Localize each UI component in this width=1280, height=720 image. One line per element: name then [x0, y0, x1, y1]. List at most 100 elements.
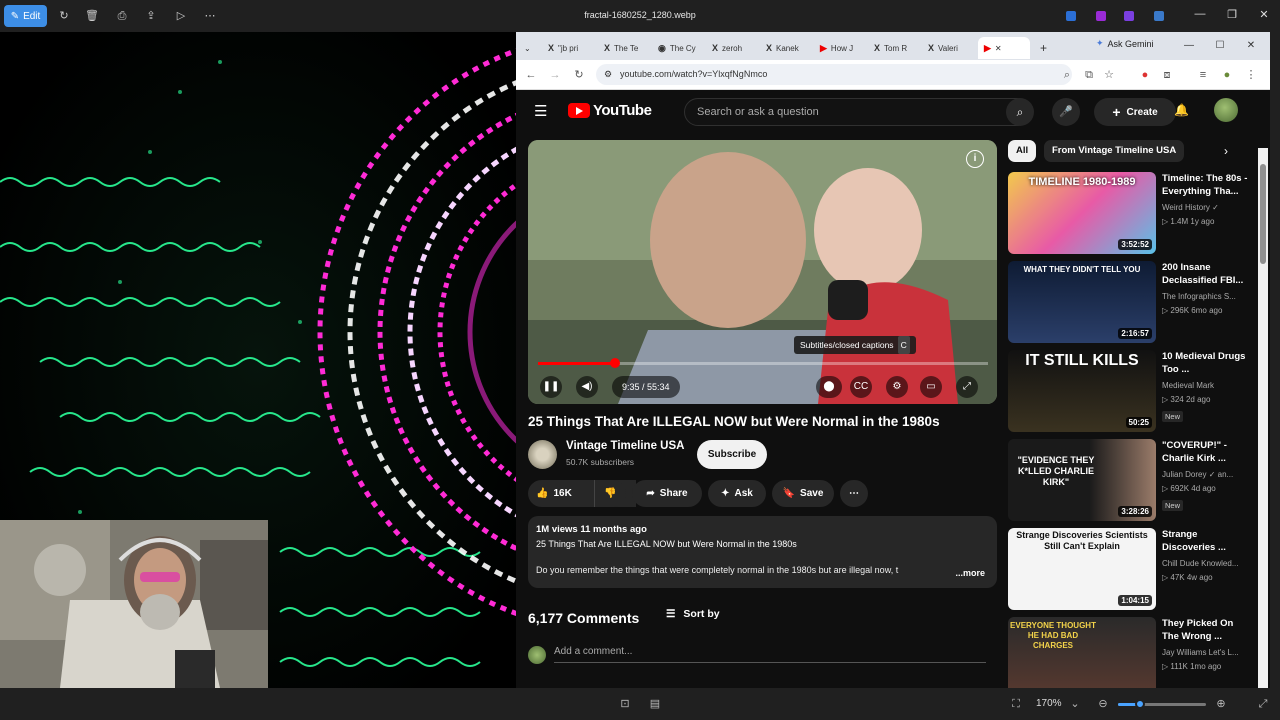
- fit-to-window-icon[interactable]: ⛶: [1009, 697, 1023, 711]
- tab-3[interactable]: X zeroh: [706, 37, 760, 59]
- tab-4[interactable]: X Kanek: [760, 37, 814, 59]
- tooltip-text: Subtitles/closed captions: [800, 340, 894, 350]
- delete-icon[interactable]: 🗑: [85, 9, 99, 23]
- dislike-button[interactable]: 👎: [594, 480, 626, 507]
- comment-avatar: [528, 646, 546, 664]
- edit-button[interactable]: ✎ Edit: [4, 5, 47, 27]
- avatar[interactable]: [1214, 98, 1238, 122]
- info-icon[interactable]: i: [966, 150, 984, 168]
- mic-icon[interactable]: 🎤: [1052, 98, 1080, 126]
- add-comment-input[interactable]: Add a comment...: [554, 646, 632, 657]
- browser-menu-icon[interactable]: ⋮: [1244, 68, 1258, 82]
- reload-icon[interactable]: ↻: [572, 68, 586, 82]
- recommended-video[interactable]: WHAT THEY DIDN'T TELL YOU 2:16:57 200 In…: [1008, 261, 1258, 343]
- sort-icon: ☰: [666, 608, 676, 620]
- zoom-slider[interactable]: [1118, 699, 1206, 709]
- zoom-dropdown-icon[interactable]: ⌄: [1068, 697, 1082, 711]
- minimize-icon[interactable]: —: [1192, 8, 1208, 20]
- zoom-in-icon[interactable]: ⊕: [1214, 697, 1228, 711]
- comments-count: 6,177 Comments: [528, 610, 640, 626]
- captions-icon[interactable]: CC: [850, 376, 872, 398]
- tab-1[interactable]: X The Te: [598, 37, 652, 59]
- close-icon[interactable]: ✕: [1256, 8, 1272, 21]
- reading-list-icon[interactable]: ≡: [1196, 68, 1210, 82]
- maximize-icon[interactable]: ❐: [1224, 8, 1240, 21]
- volume-icon[interactable]: ◀): [576, 376, 598, 398]
- chevron-right-icon[interactable]: ›: [1224, 144, 1228, 158]
- autoplay-toggle-icon[interactable]: ⬤: [816, 376, 842, 398]
- settings-gear-icon[interactable]: ⚙: [886, 376, 908, 398]
- url-input[interactable]: ⚙ youtube.com/watch?v=YlxqfNgNmco: [596, 64, 1072, 85]
- page-scrollbar[interactable]: [1258, 148, 1268, 688]
- scrollbar-thumb[interactable]: [1260, 164, 1266, 264]
- recommended-video[interactable]: Strange Discoveries Scientists Still Can…: [1008, 528, 1258, 610]
- tab-label: Valeri: [938, 43, 958, 53]
- tab-close-icon[interactable]: ✕: [995, 44, 1002, 53]
- extension-icon[interactable]: ●: [1138, 68, 1152, 82]
- tab-2[interactable]: ◉ The Cy: [652, 37, 706, 59]
- browser-maximize-icon[interactable]: ☐: [1213, 40, 1227, 51]
- subscribe-button[interactable]: Subscribe: [697, 440, 767, 469]
- info-panel-icon[interactable]: ▤: [648, 697, 662, 711]
- ask-gemini-button[interactable]: ✦ Ask Gemini: [1096, 38, 1154, 49]
- browser-close-icon[interactable]: ✕: [1244, 40, 1258, 51]
- search-input[interactable]: Search or ask a question: [684, 98, 1032, 126]
- expand-icon[interactable]: ⤢: [1256, 697, 1270, 711]
- ask-button[interactable]: ✦ Ask: [708, 480, 766, 507]
- chip-from-channel[interactable]: From Vintage Timeline USA: [1044, 140, 1185, 162]
- recommended-stats: ▷ 324 2d ago: [1162, 395, 1211, 404]
- recommended-video[interactable]: TIMELINE 1980-1989 3:52:52 Timeline: The…: [1008, 172, 1258, 254]
- new-tab-button[interactable]: +: [1034, 37, 1052, 59]
- recommended-video[interactable]: "EVIDENCE THEY K*LLED CHARLIE KIRK" 3:28…: [1008, 439, 1258, 521]
- tab-6[interactable]: X Tom R: [868, 37, 922, 59]
- browser-minimize-icon[interactable]: —: [1182, 40, 1196, 51]
- more-actions-icon[interactable]: ⋯: [840, 480, 868, 507]
- time-display: 9:35 / 55:34: [612, 376, 680, 398]
- youtube-logo[interactable]: YouTube: [568, 102, 652, 119]
- channel-name[interactable]: Vintage Timeline USA: [566, 440, 684, 452]
- print-icon[interactable]: ⎙: [115, 9, 129, 23]
- more-link[interactable]: ...more: [951, 568, 985, 578]
- back-icon[interactable]: ←: [524, 68, 538, 82]
- zoom-slider-knob[interactable]: [1135, 699, 1145, 709]
- notifications-bell-icon[interactable]: 🔔: [1174, 103, 1189, 117]
- more-icon[interactable]: ⋯: [203, 9, 217, 23]
- recommended-video[interactable]: EVERYONE THOUGHT HE HAD BAD CHARGES They…: [1008, 617, 1258, 688]
- install-icon[interactable]: ⧉: [1082, 68, 1096, 82]
- zoom-icon[interactable]: ⌕: [1060, 68, 1074, 82]
- recommended-video[interactable]: IT STILL KILLS 50:25 10 Medieval Drugs T…: [1008, 350, 1258, 432]
- rotate-icon[interactable]: ↻: [57, 9, 71, 23]
- create-button[interactable]: + Create: [1094, 98, 1176, 126]
- description-box[interactable]: 1M views 11 months ago 25 Things That Ar…: [528, 516, 997, 588]
- tab-7[interactable]: X Valeri: [922, 37, 976, 59]
- tab-search-icon[interactable]: ⌄: [518, 37, 538, 59]
- film-strip-icon[interactable]: ⊡: [618, 697, 632, 711]
- progress-bar[interactable]: [538, 358, 988, 368]
- plus-icon: +: [1112, 104, 1121, 120]
- zoom-out-icon[interactable]: ⊖: [1096, 697, 1110, 711]
- channel-avatar[interactable]: [528, 440, 557, 469]
- share-icon[interactable]: ⇪: [144, 9, 158, 23]
- duration: 1:04:15: [1118, 595, 1152, 606]
- pause-icon[interactable]: ❚❚: [540, 376, 562, 398]
- recommended-title: They Picked On The Wrong ...: [1162, 618, 1234, 642]
- hamburger-menu-icon[interactable]: ☰: [534, 102, 547, 120]
- tab-5[interactable]: ▶ How J: [814, 37, 868, 59]
- fullscreen-icon[interactable]: ⤢: [956, 376, 978, 398]
- search-icon[interactable]: ⌕: [1006, 98, 1034, 126]
- profile-icon[interactable]: ●: [1220, 68, 1234, 82]
- zoom-level[interactable]: 170%: [1036, 698, 1062, 709]
- forward-icon[interactable]: →: [548, 68, 562, 82]
- extensions-puzzle-icon[interactable]: ⧈: [1160, 68, 1174, 82]
- share-button[interactable]: ➦ Share: [632, 480, 702, 507]
- tab-active-youtube[interactable]: ▶ ✕: [978, 37, 1030, 59]
- chip-all[interactable]: All: [1008, 140, 1037, 162]
- video-player[interactable]: i Subtitles/closed captions C ❚❚ ◀) 9:35 …: [528, 140, 997, 404]
- share-label: Share: [659, 488, 688, 499]
- sort-by-button[interactable]: ☰ Sort by: [666, 608, 720, 620]
- save-button[interactable]: 🔖 Save: [772, 480, 834, 507]
- tab-0[interactable]: X "jb pri: [542, 37, 596, 59]
- slideshow-icon[interactable]: ▷: [174, 9, 188, 23]
- theater-mode-icon[interactable]: ▭: [920, 376, 942, 398]
- bookmark-star-icon[interactable]: ☆: [1102, 68, 1116, 82]
